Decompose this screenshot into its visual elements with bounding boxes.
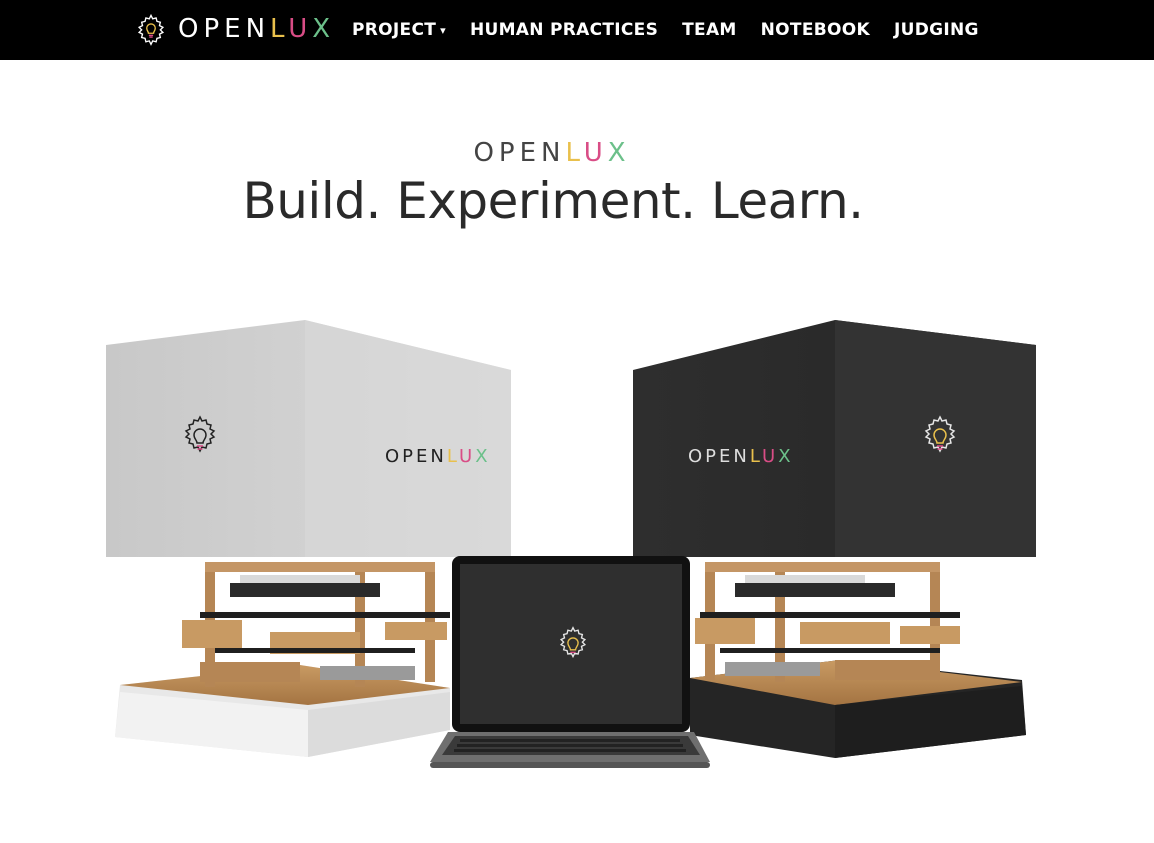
brand-wordmark-open: OPEN [178,14,271,44]
main-nav: PROJECT ▾ HUMAN PRACTICES TEAM NOTEBOOK … [352,0,1003,60]
nav-item-notebook[interactable]: NOTEBOOK [761,20,870,40]
laptop [430,556,710,768]
hero-wordmark: OPENLUX [0,138,1104,168]
hero-wordmark-l: L [565,138,584,168]
hero-tagline: Build. Experiment. Learn. [242,172,864,230]
left-openlux-device: OPENLUX [106,320,511,757]
chevron-down-icon: ▾ [440,23,446,37]
product-hero-image: OPENLUX OPENLUX [0,300,1154,800]
brand-wordmark-l: L [270,14,289,44]
laptop-screen [460,564,682,724]
left-cover-wordmark: OPENLUX [385,446,491,467]
hero-wordmark-x: X [607,138,631,168]
nav-item-project[interactable]: PROJECT ▾ [352,20,446,40]
brand-wordmark: OPENLUX [178,14,335,44]
nav-item-team-label: TEAM [682,20,737,40]
brand-wordmark-u: U [288,14,313,44]
right-cover-wordmark: OPENLUX [688,446,794,467]
hero-wordmark-open: OPEN [473,138,566,168]
brand-wordmark-x: X [312,14,336,44]
top-navbar: OPENLUX PROJECT ▾ HUMAN PRACTICES TEAM N… [0,0,1154,60]
nav-item-project-label: PROJECT [352,20,437,40]
nav-item-team[interactable]: TEAM [682,20,736,40]
hero-wordmark-u: U [583,138,608,168]
brand-home-link[interactable]: OPENLUX [134,11,335,47]
nav-item-human-practices-label: HUMAN PRACTICES [469,20,659,40]
right-openlux-device: OPENLUX [633,320,1036,758]
nav-item-notebook-label: NOTEBOOK [760,20,870,40]
nav-item-judging-label: JUDGING [893,20,979,40]
nav-item-judging[interactable]: JUDGING [894,20,979,40]
gear-lightbulb-icon [137,13,165,46]
nav-item-human-practices[interactable]: HUMAN PRACTICES [470,20,658,40]
